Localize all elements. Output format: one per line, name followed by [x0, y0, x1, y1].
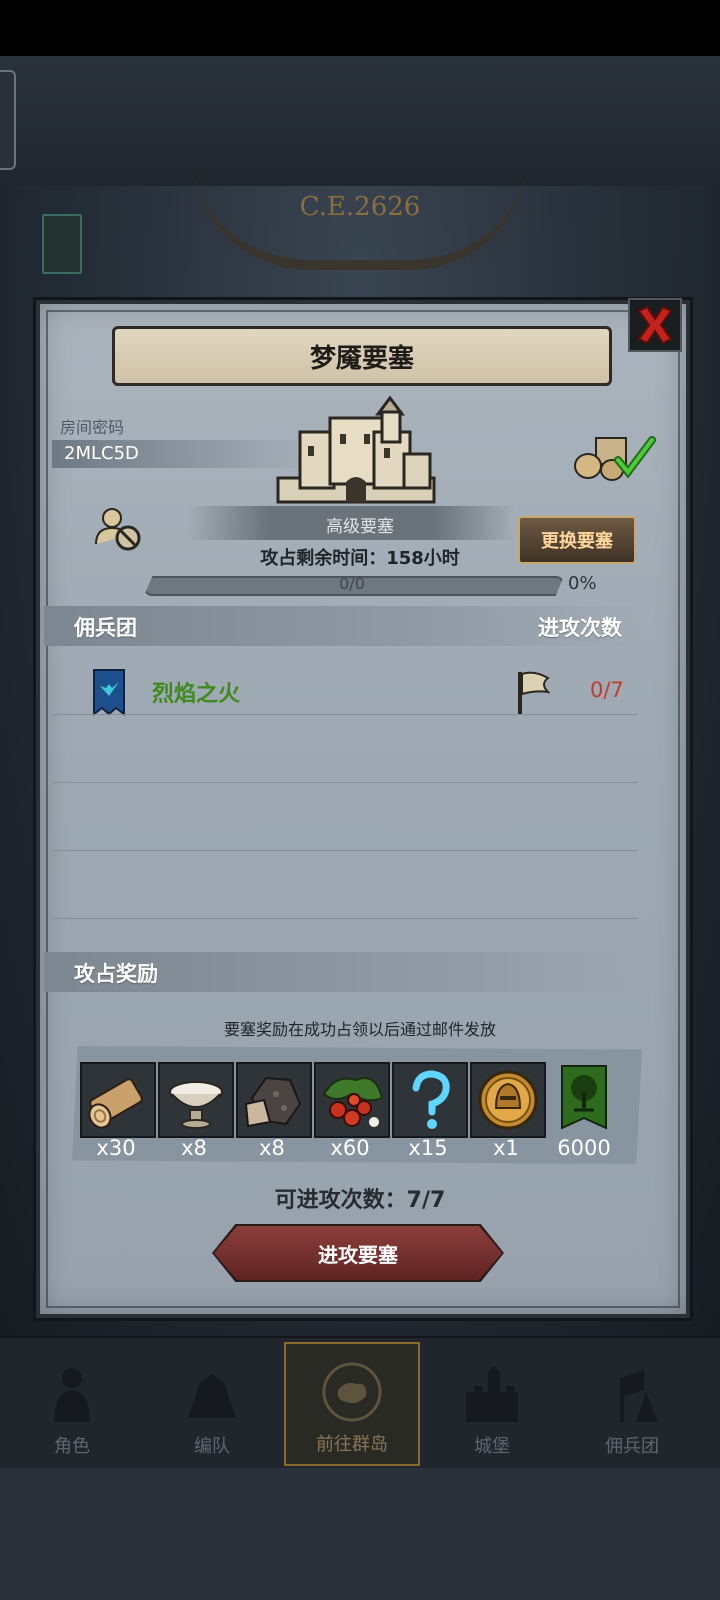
helmet-medal-icon: [478, 1070, 538, 1130]
nav-item-mercenary[interactable]: 佣兵团: [564, 1342, 700, 1466]
reward-item-mystery[interactable]: [392, 1062, 468, 1138]
nav-label-squad: 编队: [194, 1436, 230, 1457]
row-divider: [52, 714, 638, 715]
attack-fortress-button[interactable]: 进攻要塞: [214, 1226, 502, 1280]
nav-label-character: 角色: [54, 1436, 90, 1457]
rewards-note: 要塞奖励在成功占领以后通过邮件发放: [223, 1020, 496, 1039]
mercenary-name[interactable]: 烈焰之火: [152, 676, 240, 708]
nav-label-islands: 前往群岛: [316, 1434, 388, 1455]
nav-item-castle[interactable]: 城堡: [424, 1342, 560, 1466]
status-bar: [0, 0, 720, 56]
reward-qty-guild-points: 6000: [557, 1136, 611, 1160]
nav-label-castle: 城堡: [474, 1436, 510, 1457]
reward-qty-medal: x1: [493, 1136, 519, 1160]
compass-map-icon: [322, 1362, 382, 1422]
rewards-header: 攻占奖励: [74, 962, 158, 986]
reward-item-berries[interactable]: [314, 1062, 390, 1138]
mystery-question-icon: [412, 1070, 450, 1129]
log-icon: [88, 1078, 143, 1129]
room-code-label: 房间密码: [60, 418, 125, 437]
supplies-ready-icon[interactable]: [572, 432, 656, 482]
reward-item-bowl[interactable]: [158, 1062, 234, 1138]
character-icon: [54, 1368, 90, 1422]
room-code-value[interactable]: 2MLC5D: [64, 443, 139, 464]
world-event-icon[interactable]: [42, 214, 82, 274]
squad-icon: [188, 1374, 236, 1418]
nav-item-islands[interactable]: 前往群岛: [284, 1342, 420, 1466]
occupation-time-remaining: 攻占剩余时间：158小时: [260, 548, 460, 569]
fortress-icon: [276, 395, 436, 504]
mercenary-header: 佣兵团: [74, 616, 137, 640]
guild-flag-icon: [93, 669, 125, 716]
reward-qty-mystery: x15: [408, 1136, 448, 1160]
reward-item-medal[interactable]: [470, 1062, 546, 1138]
reward-item-guild-points[interactable]: [548, 1062, 620, 1134]
reward-qty-log: x30: [96, 1136, 136, 1160]
attacks-remaining: 可进攻次数：7/7: [274, 1188, 446, 1213]
berries-icon: [322, 1077, 384, 1127]
nav-item-character[interactable]: 角色: [4, 1342, 140, 1466]
occupation-progress-percent: 0%: [568, 573, 597, 594]
mercenary-icon: [620, 1370, 658, 1422]
reward-qty-ore: x8: [259, 1136, 285, 1160]
side-drawer-tab[interactable]: [0, 70, 16, 170]
occupation-progress-text: 0/0: [339, 574, 365, 593]
row-divider: [52, 782, 638, 783]
row-divider: [52, 850, 638, 851]
nav-label-mercenary: 佣兵团: [605, 1436, 659, 1457]
reward-qty-bowl: x8: [181, 1136, 207, 1160]
close-icon: [637, 305, 673, 345]
reward-qty-berries: x60: [330, 1136, 370, 1160]
reward-item-ore[interactable]: [236, 1062, 312, 1138]
lower-background: [0, 1468, 720, 1600]
close-button[interactable]: [628, 298, 682, 352]
reward-item-log[interactable]: [80, 1062, 156, 1138]
white-flag-icon: [518, 671, 550, 714]
modal-title: 梦魇要塞: [112, 326, 612, 386]
guild-banner-icon: [561, 1065, 607, 1130]
row-divider: [52, 918, 638, 919]
ore-icon: [244, 1076, 302, 1128]
bowl-icon: [169, 1081, 223, 1129]
mercenary-attack-count: 0/7: [590, 678, 624, 702]
castle-icon: [466, 1366, 518, 1422]
nav-item-squad[interactable]: 编队: [144, 1342, 280, 1466]
era-label: C.E.2626: [299, 192, 421, 222]
attack-count-header: 进攻次数: [538, 616, 622, 640]
